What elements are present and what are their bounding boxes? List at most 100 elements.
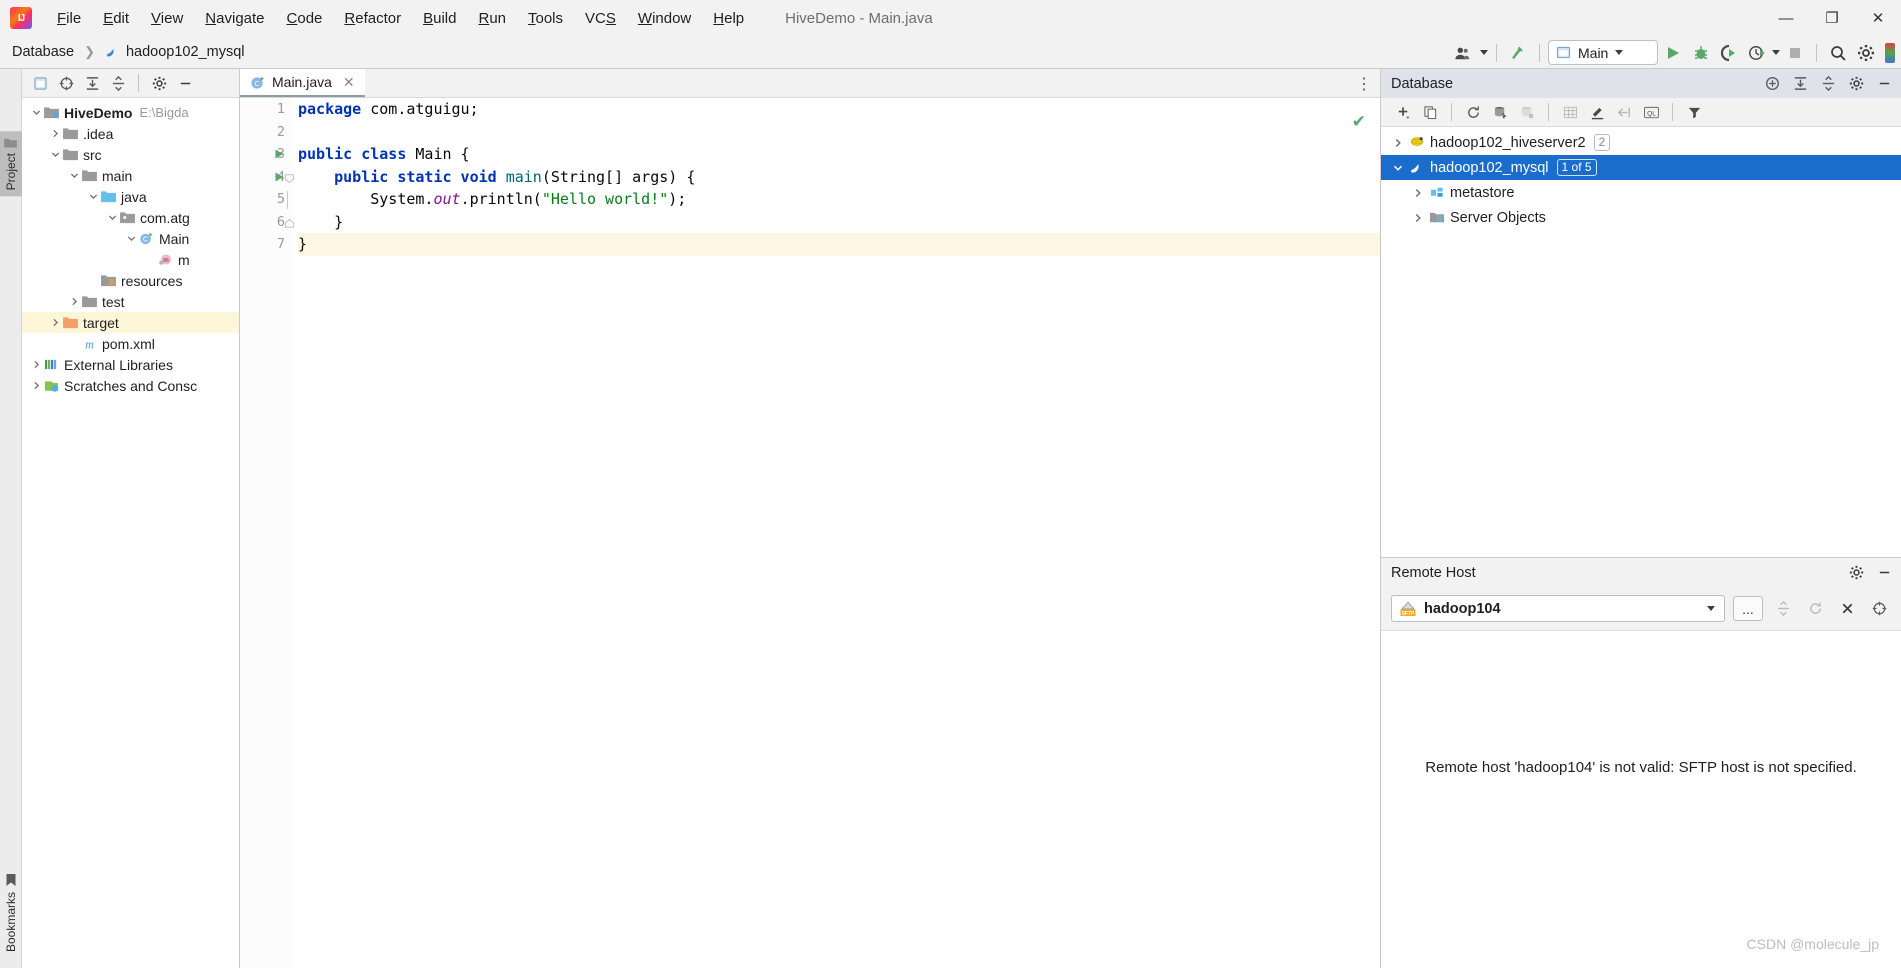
project-settings-gear-icon[interactable] <box>147 71 171 95</box>
refresh-icon[interactable] <box>1803 597 1827 621</box>
modify-icon[interactable] <box>1585 100 1609 124</box>
sidebar-item-project[interactable]: Project <box>0 131 22 197</box>
chevron-down-icon[interactable] <box>125 234 138 243</box>
chevron-right-icon[interactable] <box>30 381 43 390</box>
project-tree-row[interactable]: main <box>22 165 239 186</box>
menu-item-refactor[interactable]: Refactor <box>333 7 412 30</box>
expand-all-icon[interactable] <box>80 71 104 95</box>
duplicate-icon[interactable] <box>1418 100 1442 124</box>
settings-gear-icon[interactable] <box>1844 72 1868 96</box>
editor-tab-main-java[interactable]: C Main.java ✕ <box>240 69 365 97</box>
chevron-right-icon[interactable] <box>1409 188 1427 198</box>
run-with-coverage-button[interactable] <box>1716 40 1742 66</box>
update-project-icon[interactable] <box>1505 40 1531 66</box>
project-tree-row[interactable]: com.atg <box>22 207 239 228</box>
close-button[interactable]: ✕ <box>1855 0 1901 36</box>
project-tree-row[interactable]: External Libraries <box>22 354 239 375</box>
chevron-down-icon[interactable] <box>49 150 62 159</box>
database-tree-row[interactable]: hadoop102_mysql 1 of 5 <box>1381 155 1901 180</box>
close-icon[interactable]: ✕ <box>343 74 355 91</box>
menu-item-tools[interactable]: Tools <box>517 7 574 30</box>
code-line[interactable]: System.out.println("Hello world!"); <box>298 188 1380 211</box>
menu-item-window[interactable]: Window <box>627 7 702 30</box>
project-tree-row[interactable]: java <box>22 186 239 207</box>
user-account-icon[interactable] <box>1450 40 1476 66</box>
chevron-right-icon[interactable] <box>49 129 62 138</box>
menu-item-navigate[interactable]: Navigate <box>194 7 275 30</box>
menu-item-vcs[interactable]: VCS <box>574 7 627 30</box>
settings-gear-icon[interactable] <box>1844 561 1868 585</box>
project-tree-row[interactable]: mm <box>22 249 239 270</box>
project-tree[interactable]: HiveDemo E:\Bigda .idea src main java com.atg C… <box>22 98 239 968</box>
query-console-icon[interactable]: QL <box>1639 100 1663 124</box>
code-text[interactable]: package com.atguigu; public class Main {… <box>292 98 1380 968</box>
chevron-down-icon[interactable] <box>106 213 119 222</box>
chevron-right-icon[interactable] <box>68 297 81 306</box>
chevron-right-icon[interactable] <box>1409 213 1427 223</box>
expand-all-icon[interactable] <box>1788 72 1812 96</box>
menu-item-code[interactable]: Code <box>276 7 334 30</box>
code-line[interactable]: public class Main { <box>298 143 1380 166</box>
chevron-right-icon[interactable] <box>1389 138 1407 148</box>
collapse-all-icon[interactable] <box>106 71 130 95</box>
breadcrumb-item-database[interactable]: Database <box>12 44 74 60</box>
project-tree-row[interactable]: C Main <box>22 228 239 249</box>
remote-host-selector[interactable]: SFTP hadoop104 <box>1391 595 1725 622</box>
run-button[interactable] <box>1660 40 1686 66</box>
browse-button[interactable]: ... <box>1733 596 1763 621</box>
code-line[interactable] <box>298 121 1380 144</box>
stop-button[interactable] <box>1782 40 1808 66</box>
hide-panel-icon[interactable] <box>1872 72 1896 96</box>
chevron-right-icon[interactable] <box>30 360 43 369</box>
code-line[interactable]: } <box>298 211 1380 234</box>
database-diff-icon[interactable] <box>1515 100 1539 124</box>
search-everywhere-icon[interactable] <box>1825 40 1851 66</box>
menu-item-help[interactable]: Help <box>702 7 755 30</box>
menu-item-edit[interactable]: Edit <box>92 7 140 30</box>
run-configuration-selector[interactable]: Main <box>1548 40 1658 65</box>
database-tree-row[interactable]: Server Objects <box>1381 205 1901 230</box>
new-icon[interactable] <box>1391 100 1415 124</box>
chevron-down-icon[interactable] <box>68 171 81 180</box>
project-tree-row[interactable]: HiveDemo E:\Bigda <box>22 102 239 123</box>
code-line[interactable]: } <box>298 233 1380 256</box>
code-line[interactable]: package com.atguigu; <box>298 98 1380 121</box>
minimize-button[interactable]: — <box>1763 0 1809 36</box>
project-tree-row[interactable]: test <box>22 291 239 312</box>
settings-gear-icon[interactable] <box>1853 40 1879 66</box>
project-tree-row[interactable]: .idea <box>22 123 239 144</box>
code-editor[interactable]: 1234567 package com.atguigu; public clas… <box>240 98 1380 968</box>
project-tree-row[interactable]: Scratches and Consc <box>22 375 239 396</box>
debug-button[interactable] <box>1688 40 1714 66</box>
profiler-button[interactable] <box>1744 40 1770 66</box>
fold-marker-icon[interactable] <box>284 171 295 189</box>
project-tree-row[interactable]: src <box>22 144 239 165</box>
project-tree-row[interactable]: target <box>22 312 239 333</box>
breadcrumb-item-datasource[interactable]: hadoop102_mysql <box>126 44 245 60</box>
chevron-down-icon[interactable] <box>1615 50 1624 55</box>
chevron-down-icon[interactable] <box>87 192 100 201</box>
chevron-right-icon[interactable] <box>49 318 62 327</box>
profiler-dropdown-arrow-icon[interactable] <box>1772 50 1780 55</box>
close-connection-icon[interactable] <box>1835 597 1859 621</box>
sync-target-icon[interactable] <box>1867 597 1891 621</box>
more-options-icon[interactable]: ⋮ <box>1352 72 1376 96</box>
project-tree-row[interactable]: m pom.xml <box>22 333 239 354</box>
hide-panel-icon[interactable] <box>1872 561 1896 585</box>
hide-panel-icon[interactable] <box>173 71 197 95</box>
collapse-all-icon[interactable] <box>1816 72 1840 96</box>
select-opened-file-icon[interactable] <box>28 71 52 95</box>
gutter-run-icon[interactable] <box>273 143 287 166</box>
fold-marker-icon[interactable] <box>284 216 295 234</box>
menu-item-run[interactable]: Run <box>467 7 517 30</box>
chevron-down-icon[interactable] <box>30 108 43 117</box>
inspection-status-icon[interactable]: ✔ <box>1352 112 1366 132</box>
maximize-button[interactable]: ❐ <box>1809 0 1855 36</box>
refresh-icon[interactable] <box>1461 100 1485 124</box>
data-editor-icon[interactable] <box>1558 100 1582 124</box>
scroll-from-source-icon[interactable] <box>54 71 78 95</box>
database-tree-row[interactable]: metastore <box>1381 180 1901 205</box>
code-line[interactable]: public static void main(String[] args) { <box>298 166 1380 189</box>
menu-item-view[interactable]: View <box>140 7 194 30</box>
jump-to-editor-icon[interactable] <box>1612 100 1636 124</box>
